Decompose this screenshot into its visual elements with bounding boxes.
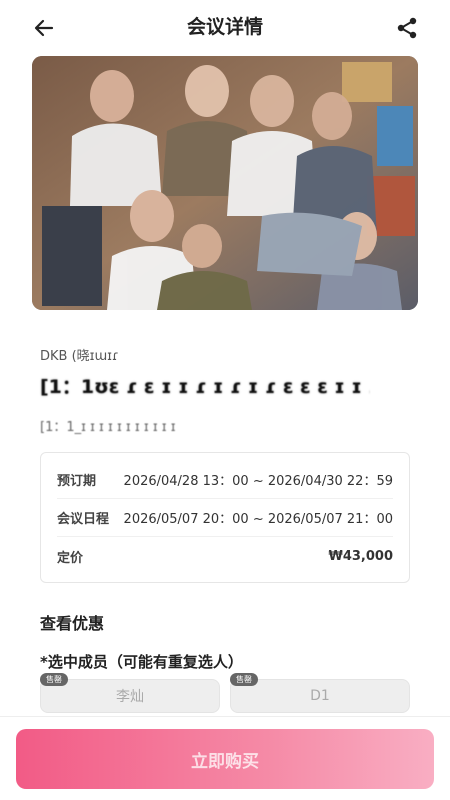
member-option-2[interactable]: D1 <box>230 679 410 713</box>
schedule-value: 2026/05/07 20：00 ~ 2026/05/07 21：00 <box>123 512 393 527</box>
member-option-label: 李灿 <box>116 689 144 705</box>
schedule-row: 会议日程 2026/05/07 20：00 ~ 2026/05/07 21：00 <box>57 499 393 537</box>
buy-now-button[interactable]: 立即购买 <box>16 729 434 789</box>
discount-section-title: 查看优惠 <box>40 614 105 633</box>
share-icon <box>397 17 417 39</box>
price-value: ₩43,000 <box>328 548 393 564</box>
price-label: 定价 <box>57 550 84 566</box>
bottom-action-bar: 立即购买 <box>0 716 450 800</box>
banner-image <box>32 56 418 310</box>
reservation-label: 预订期 <box>57 474 97 489</box>
reservation-value: 2026/04/28 13：00 ~ 2026/04/30 22：59 <box>123 474 393 489</box>
reservation-row: 预订期 2026/04/28 13：00 ~ 2026/04/30 22：59 <box>57 461 393 499</box>
schedule-label: 会议日程 <box>57 512 110 527</box>
info-card: 预订期 2026/04/28 13：00 ~ 2026/04/30 22：59 … <box>40 452 410 583</box>
sold-out-badge: 售罄 <box>230 673 258 686</box>
member-option-label: D1 <box>310 688 330 704</box>
meeting-detail-page: 会议详情 DKB (晓ɪɯɪɾ [1：1ʊɛ ɾ ɛ ɪ ɪ ɾ ɪ ɾ ɪ ɾ… <box>0 0 450 800</box>
page-title: 会议详情 <box>186 16 263 38</box>
top-bar: 会议详情 <box>0 0 450 56</box>
price-row: 定价 ₩43,000 <box>57 537 393 575</box>
member-option-1[interactable]: 李灿 <box>40 679 220 713</box>
share-button[interactable] <box>393 14 421 42</box>
product-subtitle: [1：1_ɪ ɪ ɪ ɪ ɪ ɪ ɪ ɪ ɪ ɪ ɪ <box>40 420 176 435</box>
sold-out-badge: 售罄 <box>40 673 68 686</box>
product-title: [1：1ʊɛ ɾ ɛ ɪ ɪ ɾ ɪ ɾ ɪ ɾ ɛ ɛ ɛ ɪ ɪ ɾ ɪ ɛ… <box>40 376 370 398</box>
member-select-label: *选中成员（可能有重复选人） <box>40 653 243 671</box>
artist-name: DKB (晓ɪɯɪɾ <box>40 349 119 364</box>
